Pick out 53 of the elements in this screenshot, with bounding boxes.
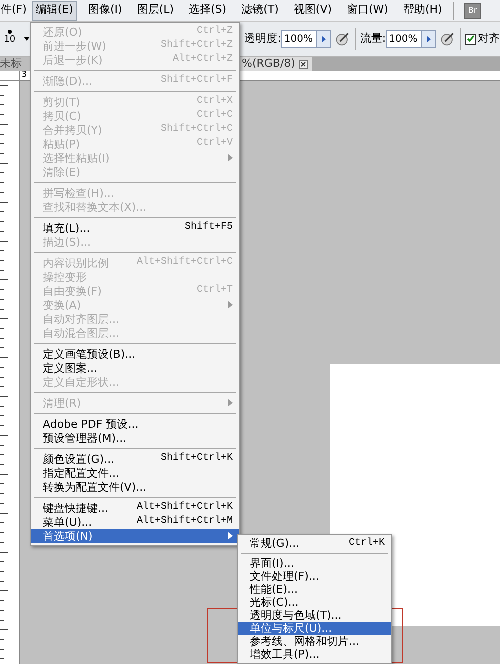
airbrush-icon[interactable] — [440, 31, 456, 47]
menu-item[interactable]: 定义画笔预设(B)... — [31, 347, 239, 361]
arrow-icon — [426, 36, 431, 42]
menu-title[interactable]: 编辑(E) — [32, 0, 78, 20]
flow-field[interactable]: 100% — [386, 30, 422, 48]
menu-title[interactable]: 选择(S) — [185, 0, 231, 20]
menu-item[interactable]: 性能(E)... — [238, 583, 391, 596]
opacity-label: 透明度: — [244, 30, 282, 47]
menu-title[interactable]: 视图(V) — [290, 0, 336, 20]
menu-item[interactable]: 定义图案... — [31, 361, 239, 375]
document-tab[interactable]: 未标 — [0, 57, 30, 71]
menu-item[interactable]: 单位与标尺(U)... — [238, 622, 391, 635]
menu-title[interactable]: 图层(L) — [133, 0, 178, 20]
menu-item[interactable]: 转换为配置文件(V)... — [31, 480, 239, 494]
align-checkbox[interactable] — [465, 34, 476, 44]
opacity-field[interactable]: 100% — [281, 30, 318, 48]
menu-item[interactable]: 透明度与色域(T)... — [238, 609, 391, 622]
submenu-arrow-icon — [228, 154, 233, 162]
menu-item[interactable]: Adobe PDF 预设... — [31, 417, 239, 431]
menu-item[interactable]: 增效工具(P)... — [238, 648, 391, 661]
menu-item[interactable]: 填充(L)... Shift+F5 — [31, 221, 239, 235]
menu-title[interactable]: 图像(I) — [84, 0, 126, 20]
dropdown-button[interactable] — [317, 30, 332, 48]
menu-title[interactable]: 滤镜(T) — [238, 0, 283, 20]
menu-item[interactable]: 预设管理器(M)... — [31, 431, 239, 445]
flow-label: 流量: — [360, 30, 386, 47]
submenu-arrow-icon — [228, 301, 233, 309]
check-icon — [466, 35, 475, 43]
menu-item[interactable]: 参考线、网格和切片... — [238, 635, 391, 648]
caret-icon[interactable] — [24, 37, 30, 41]
airbrush-icon[interactable] — [335, 31, 352, 47]
menu-item[interactable]: 界面(I)... — [238, 557, 391, 570]
close-icon[interactable] — [299, 60, 308, 68]
menu-item[interactable]: 常规(G)... Ctrl+K — [238, 537, 391, 550]
menu-item[interactable]: 文件处理(F)... — [238, 570, 391, 583]
dropdown-button[interactable] — [422, 30, 436, 48]
menu-item[interactable]: 颜色设置(G)... Shift+Ctrl+K — [31, 452, 239, 466]
ruler-label: 3 — [22, 71, 28, 79]
brush-dot-icon — [8, 30, 12, 34]
submenu-arrow-icon — [228, 399, 233, 407]
menu-item[interactable]: 首选项(N) — [31, 529, 239, 543]
menu-item[interactable]: 键盘快捷键... Alt+Shift+Ctrl+K — [31, 501, 239, 515]
align-label: 对齐 — [478, 30, 500, 47]
menu-title[interactable]: 窗口(W) — [343, 0, 392, 20]
submenu-arrow-icon — [228, 532, 233, 540]
menu-item[interactable]: 菜单(U)... Alt+Shift+Ctrl+M — [31, 515, 239, 529]
brush-size: 10 — [4, 34, 16, 48]
arrow-icon — [322, 36, 326, 42]
menu-title[interactable]: 件(F) — [0, 0, 28, 20]
menu-title[interactable]: 帮助(H) — [399, 0, 446, 20]
menu-item[interactable]: 指定配置文件... — [31, 466, 239, 480]
document-tab[interactable]: %(RGB/8) — [240, 57, 312, 71]
menu-item[interactable]: 光标(C)... — [238, 596, 391, 609]
